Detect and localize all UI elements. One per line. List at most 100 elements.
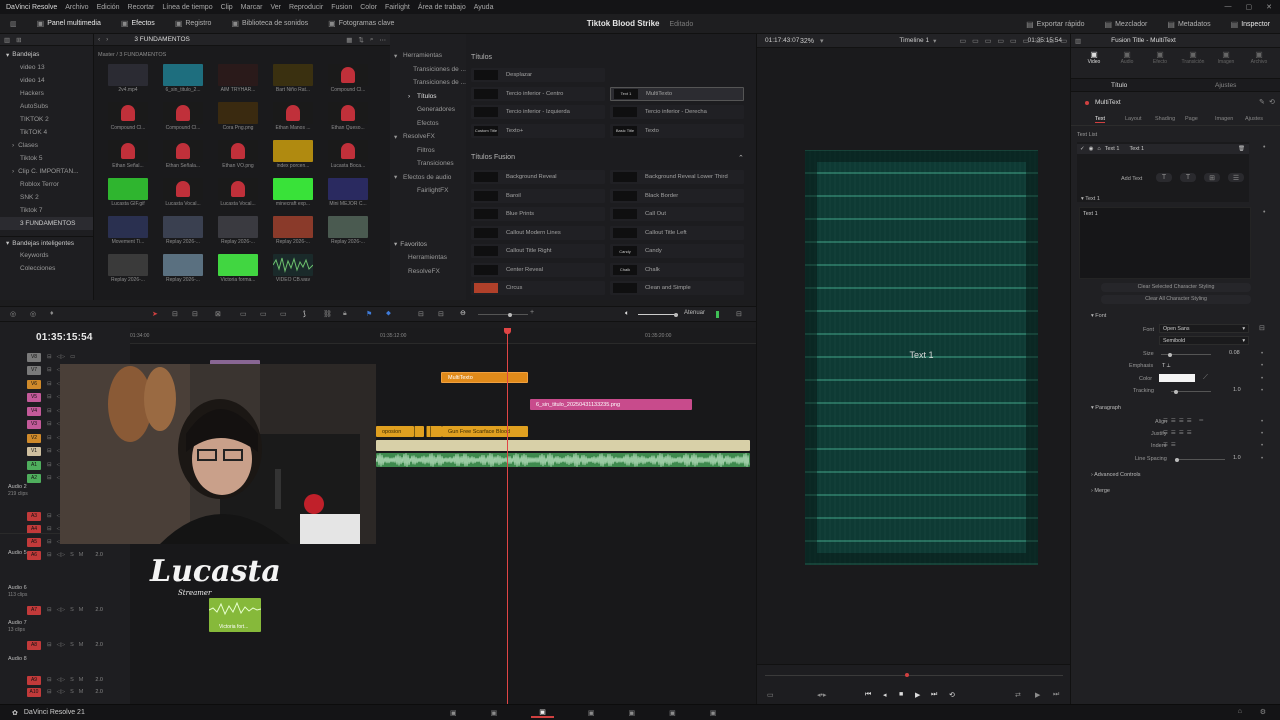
snap-icon[interactable]: ⟆ xyxy=(303,310,306,318)
effects-category[interactable]: ▾ Efectos de audio xyxy=(390,171,466,185)
toolbar-effects-button[interactable]: ▣ Efectos xyxy=(111,14,165,33)
insert-icon[interactable]: ▭ xyxy=(240,310,247,318)
menu-3[interactable]: Recortar xyxy=(128,4,155,11)
size-slider[interactable] xyxy=(1161,352,1211,357)
text-tab[interactable]: Text xyxy=(1095,116,1106,123)
viewer-zoom[interactable]: 32% xyxy=(800,38,814,45)
track-lock-icon[interactable]: ⊟ xyxy=(47,642,52,648)
track-lock-icon[interactable]: ⊟ xyxy=(47,435,52,441)
crop-icon[interactable]: ▭ xyxy=(972,37,979,45)
add-text-icon-2[interactable]: T xyxy=(1180,173,1196,182)
loop-icon[interactable]: ⟲ xyxy=(949,691,955,699)
clip-thumbnail[interactable]: Victoria forma... xyxy=(218,254,258,284)
clear-selected-button[interactable]: Clear Selected Character Styling xyxy=(1101,283,1251,292)
effects-category[interactable]: Transiciones de ... xyxy=(390,76,466,90)
timeline-clip-v2b[interactable]: Gun Free Scarface Blood xyxy=(442,426,528,437)
effects-category[interactable]: › Títulos xyxy=(390,90,466,104)
keyframe-icon[interactable]: • xyxy=(1261,376,1263,382)
effects-category[interactable]: Generadores xyxy=(390,103,466,117)
title-preset[interactable]: Text 1 MultiTexto xyxy=(610,86,744,101)
toolbar-sound-library-button[interactable]: ▣ Biblioteca de sonidos xyxy=(221,14,318,33)
bin-item[interactable]: TIKTOK 2 xyxy=(0,113,93,126)
back-icon[interactable]: ‹ xyxy=(98,36,100,43)
keyframe-icon[interactable]: • xyxy=(1261,388,1263,394)
solo-button[interactable]: S xyxy=(70,607,74,613)
mute-button[interactable]: Atenuar xyxy=(684,310,705,316)
keyframe-icon[interactable]: • xyxy=(1261,431,1263,437)
line-spacing-value[interactable]: 1.0 xyxy=(1233,455,1241,461)
safe-area-icon[interactable]: ▭ xyxy=(1035,37,1042,45)
title-preset[interactable]: Desplazar xyxy=(471,68,605,82)
link-icon[interactable]: ⛓ xyxy=(323,310,332,318)
inspector-tab[interactable]: ▣ Transición xyxy=(1178,50,1208,72)
menu-11[interactable]: Fairlight xyxy=(385,4,410,11)
add-text-button[interactable]: Add Text xyxy=(1121,176,1142,182)
clip-thumbnail[interactable]: Bart Niño Rat... xyxy=(273,64,313,94)
mute-track-button[interactable]: M xyxy=(79,552,84,558)
menu-6[interactable]: Marcar xyxy=(241,4,263,11)
bin-item[interactable]: › Clases xyxy=(0,139,93,152)
track-lock-icon[interactable]: ⊟ xyxy=(47,552,52,558)
match-frame-icon[interactable]: ⇄ xyxy=(1015,691,1021,699)
clip-thumbnail[interactable]: Ethan Señal... xyxy=(108,140,148,170)
overlay-audio-clip[interactable]: Victoria fort... xyxy=(209,598,261,632)
zoom-mode-icon[interactable]: ◎ xyxy=(30,310,36,318)
text-keyframe-icon[interactable]: • xyxy=(1263,209,1265,216)
fusion-title-preset[interactable]: Background Reveal xyxy=(471,170,605,184)
clip-thumbnail[interactable]: Compound Cl... xyxy=(108,102,148,132)
clip-thumbnail[interactable]: VIDEO CB.wav xyxy=(273,254,313,284)
track-lock-icon[interactable]: ⊟ xyxy=(47,381,52,387)
cut-page-icon[interactable]: ▣ xyxy=(491,709,498,717)
clip-thumbnail[interactable]: Replay 2026-... xyxy=(273,216,313,246)
trim-tool-icon[interactable]: ⊟ xyxy=(172,310,178,318)
audio-track-header[interactable]: A7 ⊟ ◁▷ S M 2.0 xyxy=(0,604,130,616)
bin-item[interactable]: 3 FUNDAMENTOS xyxy=(0,217,93,230)
track-lock-icon[interactable]: ⊟ xyxy=(47,367,52,373)
scrubber[interactable] xyxy=(765,673,1063,677)
title-preset[interactable]: Basic Title Texto xyxy=(610,123,744,138)
go-next-icon[interactable]: ⏭ xyxy=(1053,691,1059,699)
track-lock-icon[interactable]: ⊟ xyxy=(47,677,52,683)
playhead[interactable] xyxy=(507,328,508,704)
clip-thumbnail[interactable]: Replay 2026-... xyxy=(163,216,203,246)
blade-tool-icon[interactable]: ⊠ xyxy=(215,310,221,318)
zoom-fit-icon[interactable]: ⊟ xyxy=(418,310,424,318)
title-preset[interactable]: Tercio inferior - Centro xyxy=(471,86,605,101)
advanced-controls[interactable]: › Advanced Controls xyxy=(1091,472,1141,478)
check-icon[interactable]: ✓ xyxy=(1080,146,1085,152)
effects-category[interactable]: Transiciones de ... xyxy=(390,63,466,77)
fusion-title-preset[interactable]: Call Out xyxy=(610,207,744,221)
bin-item[interactable]: Tiktok 7 xyxy=(0,204,93,217)
track-toggle-icon[interactable]: ◁▷ xyxy=(57,677,65,683)
solo-button[interactable]: S xyxy=(70,642,74,648)
timeline-clip-small[interactable] xyxy=(414,426,424,437)
sub-tab-titulo[interactable]: Título xyxy=(1111,82,1127,89)
fusion-title-preset[interactable]: Background Reveal Lower Third xyxy=(610,170,744,184)
eye-icon[interactable]: ◉ xyxy=(1089,146,1094,152)
annotation-icon[interactable]: ▭ xyxy=(1010,37,1017,45)
lock-icon[interactable]: 🔒︎ xyxy=(343,310,347,318)
size-value[interactable]: 0.08 xyxy=(1229,350,1240,356)
jog-icon[interactable]: ◂•▸ xyxy=(817,691,826,699)
justify-icons[interactable]: ☰☰☰☰ xyxy=(1163,430,1195,436)
play-edit-icon[interactable]: ▶ xyxy=(1035,691,1040,699)
go-start-icon[interactable]: ⏮ xyxy=(865,691,871,699)
settings-icon[interactable]: ⚙ xyxy=(1260,708,1266,716)
clip-thumbnail[interactable]: Compound Cl... xyxy=(163,102,203,132)
track-header[interactable]: V8 ⊟ ◁▷ ▭ xyxy=(0,351,130,363)
tracking-value[interactable]: 1.0 xyxy=(1233,387,1241,393)
clip-thumbnail[interactable]: Lucasta Boca... xyxy=(328,140,368,170)
clip-thumbnail[interactable]: Ethan Manos ... xyxy=(273,102,313,132)
fusion-page-icon[interactable]: ▣ xyxy=(588,709,595,717)
mic-icon[interactable]: ♦ xyxy=(50,310,54,317)
menu-10[interactable]: Color xyxy=(360,4,377,11)
mute-track-button[interactable]: M xyxy=(79,642,84,648)
fusion-title-preset[interactable]: Candy Candy xyxy=(610,244,744,258)
clear-all-button[interactable]: Clear All Character Styling xyxy=(1101,295,1251,304)
timeline-options-icon[interactable]: ⊟ xyxy=(736,310,742,318)
title-preset[interactable]: Tercio inferior - Derecha xyxy=(610,105,744,119)
marker-icon[interactable]: ⬥ xyxy=(386,310,391,318)
clip-thumbnail[interactable]: minecraft exp... xyxy=(273,178,313,208)
track-lock-icon[interactable]: ⊟ xyxy=(47,354,52,360)
audio-track-header[interactable]: A10 ⊟ ◁▷ S M 2.0 xyxy=(0,686,130,698)
